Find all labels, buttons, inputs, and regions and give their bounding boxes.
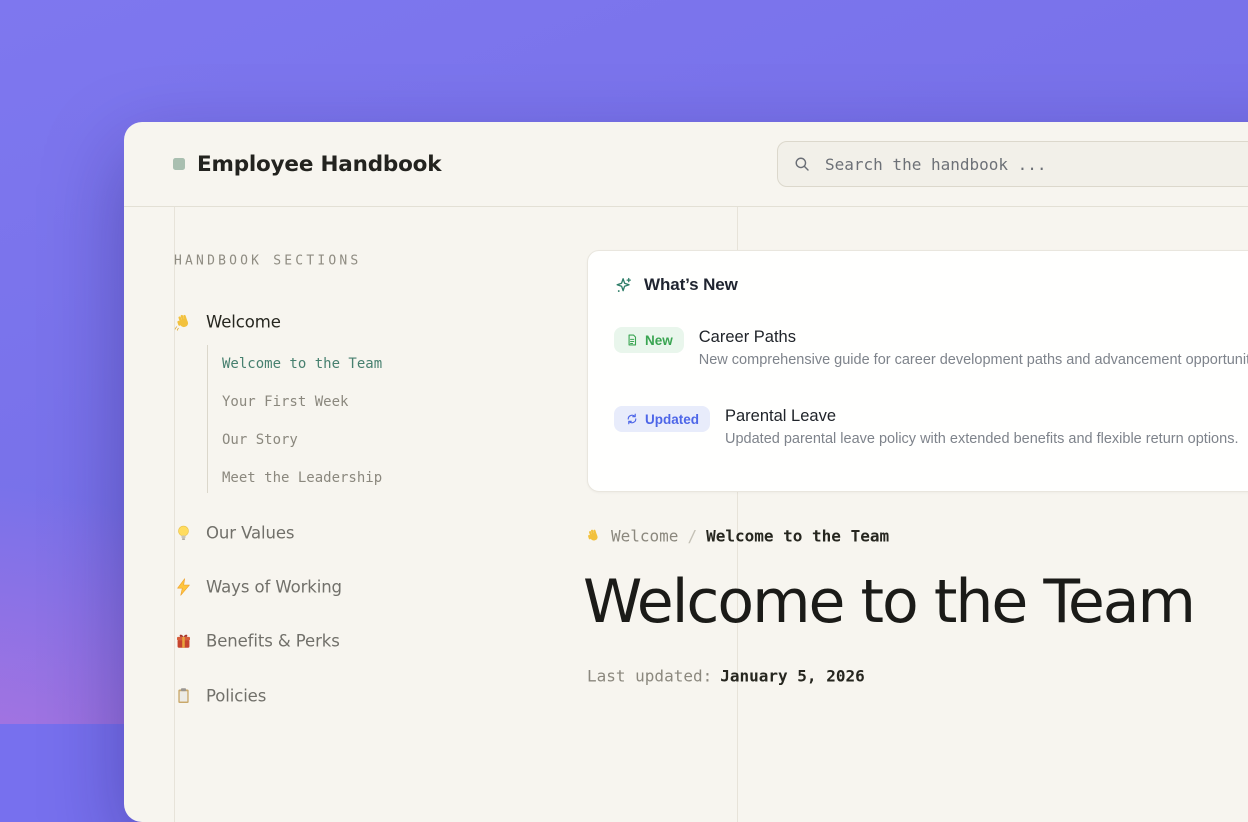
last-updated-label: Last updated:: [587, 667, 712, 686]
search-input[interactable]: [823, 154, 1242, 175]
sidebar-item-our-values[interactable]: Our Values: [174, 524, 294, 543]
clipboard-icon: [174, 687, 193, 706]
sidebar-section-label: HANDBOOK SECTIONS: [174, 254, 361, 269]
sidebar-subsection-rule: [207, 345, 208, 493]
sidebar-subitem-your-first-week[interactable]: Your First Week: [222, 394, 348, 410]
breadcrumb-current: Welcome to the Team: [706, 527, 889, 546]
grid-line-left: [174, 207, 175, 822]
refresh-icon: [625, 412, 639, 426]
sidebar-item-benefits-perks[interactable]: Benefits & Perks: [174, 632, 340, 651]
new-badge: New: [614, 327, 684, 353]
sidebar-item-label: Ways of Working: [206, 578, 342, 597]
updated-badge: Updated: [614, 406, 710, 432]
whats-new-header: What’s New: [614, 275, 1248, 295]
lightning-icon: [174, 578, 193, 597]
whats-new-title: What’s New: [644, 275, 738, 295]
entry-description: Updated parental leave policy with exten…: [725, 430, 1238, 449]
app-logo-icon: [173, 158, 185, 170]
breadcrumb-section[interactable]: Welcome: [611, 527, 678, 546]
search-icon: [792, 155, 811, 174]
breadcrumb: Welcome / Welcome to the Team: [585, 527, 889, 546]
sidebar-item-welcome[interactable]: Welcome: [174, 313, 281, 332]
last-updated: Last updated: January 5, 2026: [587, 667, 865, 686]
sidebar-item-label: Policies: [206, 687, 266, 706]
sidebar-subitem-welcome-to-the-team[interactable]: Welcome to the Team: [222, 356, 382, 372]
sidebar-item-policies[interactable]: Policies: [174, 687, 266, 706]
sidebar-item-label: Benefits & Perks: [206, 632, 340, 651]
badge-label: New: [645, 333, 673, 348]
last-updated-value: January 5, 2026: [720, 667, 865, 686]
sidebar-item-label: Our Values: [206, 524, 294, 543]
breadcrumb-separator: /: [687, 527, 697, 546]
wave-icon: [585, 528, 602, 545]
app-header: Employee Handbook: [124, 122, 1248, 207]
entry-description: New comprehensive guide for career devel…: [699, 351, 1248, 370]
whats-new-card: What’s New New Career Paths New comprehe…: [587, 250, 1248, 492]
handbook-window: Employee Handbook HANDBOOK SECTIONS: [124, 122, 1248, 822]
sidebar-subitem-our-story[interactable]: Our Story: [222, 432, 298, 448]
sidebar-subitem-meet-the-leadership[interactable]: Meet the Leadership: [222, 470, 382, 486]
entry-title[interactable]: Parental Leave: [725, 406, 1238, 426]
search-box[interactable]: [777, 141, 1248, 187]
whats-new-entry[interactable]: Updated Parental Leave Updated parental …: [614, 406, 1248, 449]
gift-icon: [174, 632, 193, 651]
document-icon: [625, 333, 639, 347]
sparkles-icon: [614, 276, 633, 295]
sidebar-item-ways-of-working[interactable]: Ways of Working: [174, 578, 342, 597]
badge-label: Updated: [645, 412, 699, 427]
app-title: Employee Handbook: [197, 152, 441, 177]
entry-title[interactable]: Career Paths: [699, 327, 1248, 347]
page-title: Welcome to the Team: [583, 572, 1194, 632]
wave-icon: [174, 313, 193, 332]
lightbulb-icon: [174, 524, 193, 543]
whats-new-entry[interactable]: New Career Paths New comprehensive guide…: [614, 327, 1248, 370]
sidebar-item-label: Welcome: [206, 313, 281, 332]
